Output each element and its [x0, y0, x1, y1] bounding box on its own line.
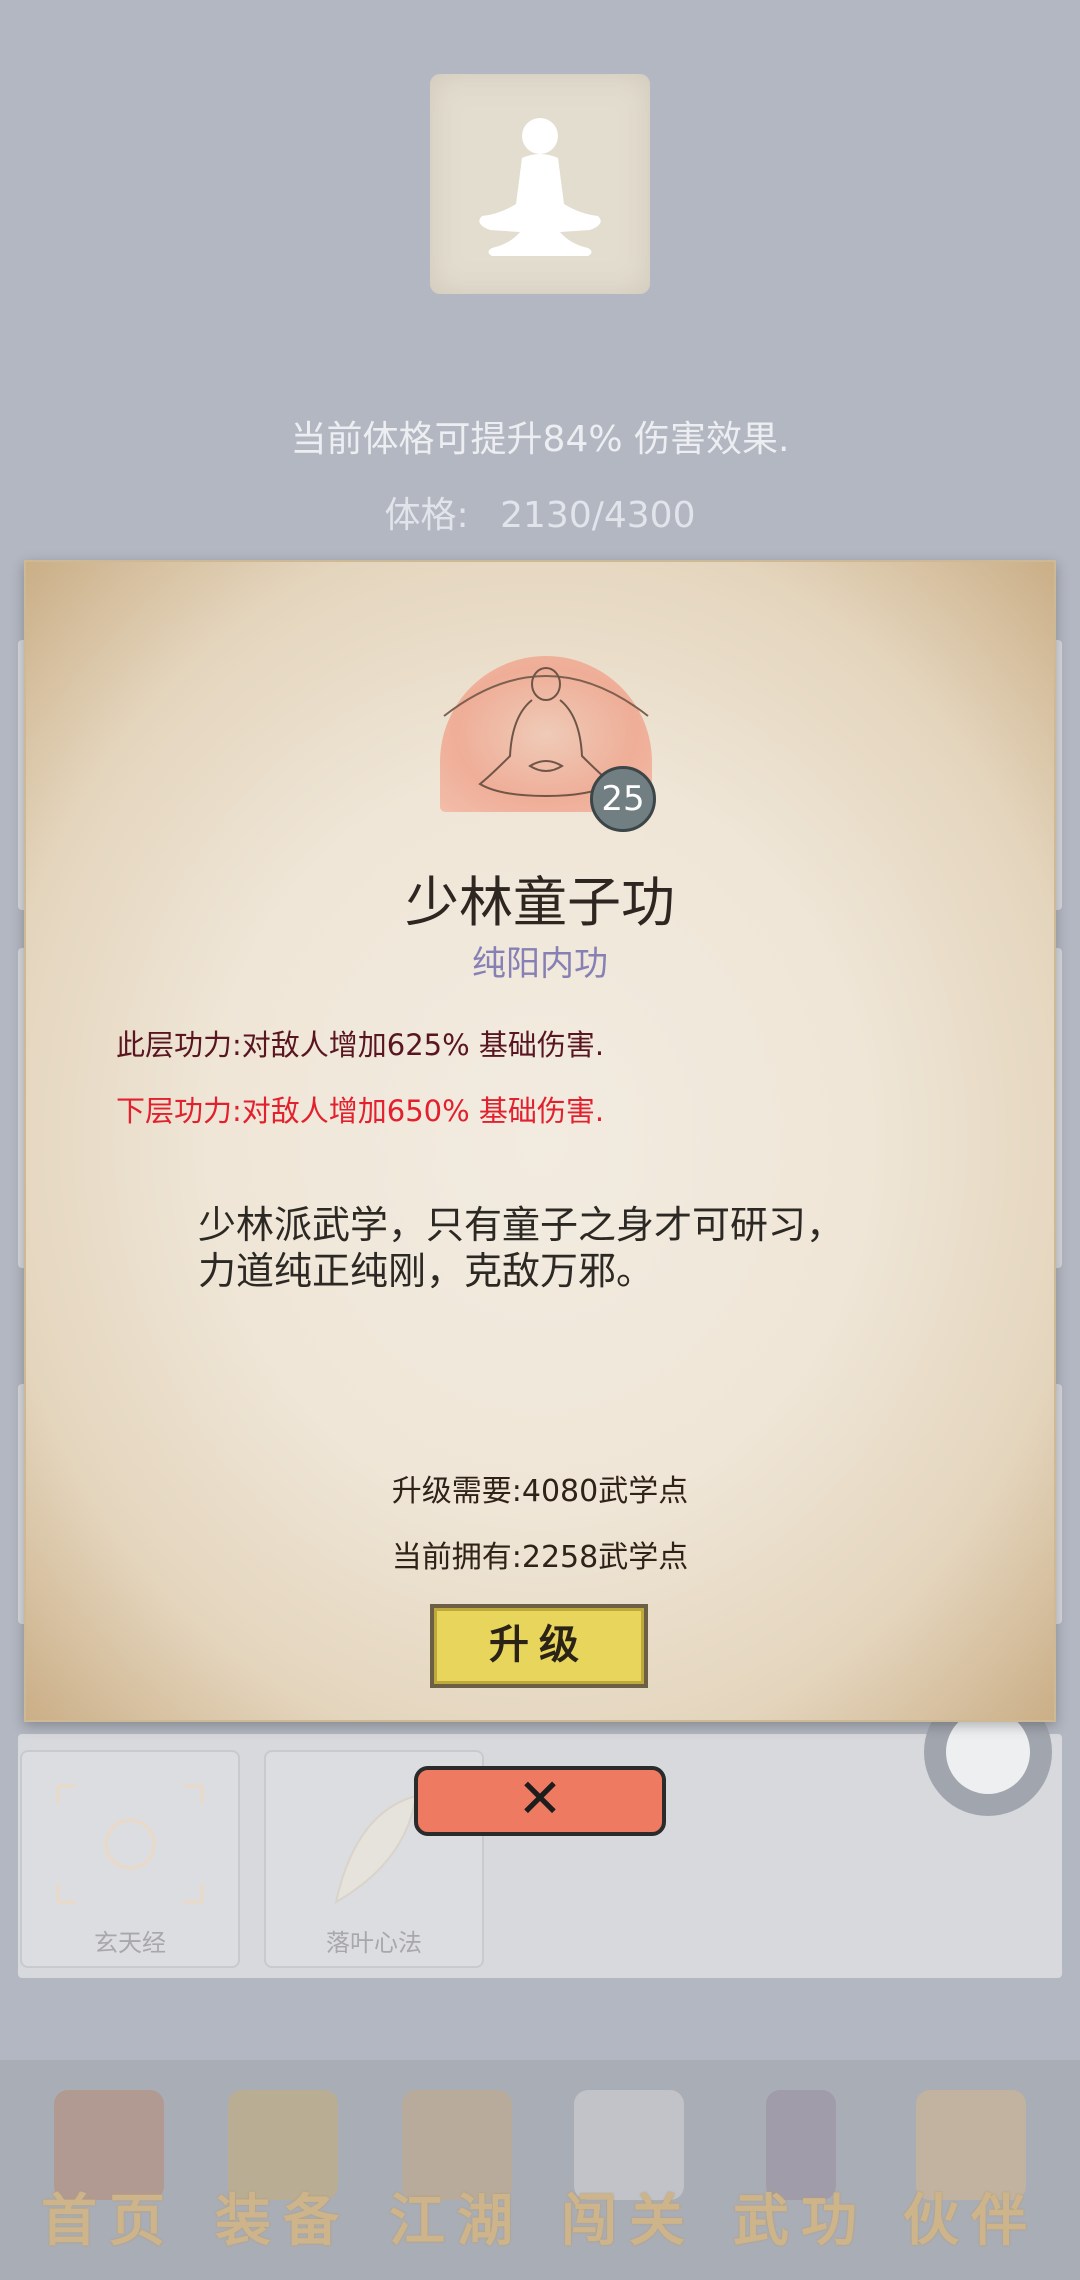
- next-level-effect: 下层功力:对敌人增加650% 基础伤害.: [116, 1094, 605, 1128]
- damage-bonus-text: 当前体格可提升84% 伤害效果.: [290, 419, 790, 460]
- close-button[interactable]: ✕: [414, 1766, 666, 1836]
- nav-equipment[interactable]: 装备: [198, 2090, 368, 2265]
- constitution-value: 2130/4300: [500, 495, 696, 536]
- floating-button-center: [946, 1710, 1030, 1794]
- nav-jianghu[interactable]: 江湖: [372, 2090, 542, 2265]
- nav-label: 伙伴: [903, 2188, 1039, 2254]
- xuantian-skill-icon: [56, 1784, 204, 1904]
- nav-label: 装备: [215, 2188, 351, 2254]
- nav-label: 闯关: [561, 2188, 697, 2254]
- skill-name: 少林童子功: [405, 871, 675, 934]
- skill-level-badge: 25: [590, 766, 656, 832]
- nav-martial-arts[interactable]: 武功: [716, 2090, 886, 2265]
- constitution-label: 体格:: [384, 495, 469, 536]
- meditation-avatar: [430, 74, 650, 294]
- description-line: 少林派武学，只有童子之身才可研习，: [198, 1203, 845, 1247]
- skill-description: 少林派武学，只有童子之身才可研习， 力道纯正纯刚，克敌万邪。: [198, 1202, 918, 1294]
- description-line: 力道纯正纯刚，克敌万邪。: [198, 1249, 655, 1293]
- owned-points: 当前拥有:2258武学点: [391, 1540, 689, 1575]
- upgrade-requirement: 升级需要:4080武学点: [391, 1474, 689, 1509]
- nav-label: 首页: [41, 2188, 177, 2254]
- upgrade-button[interactable]: 升级: [430, 1604, 648, 1688]
- skill-type: 纯阳内功: [472, 944, 608, 984]
- skill-card[interactable]: 玄天经: [20, 1750, 240, 1968]
- nav-companions[interactable]: 伙伴: [886, 2090, 1056, 2265]
- nav-challenge[interactable]: 闯关: [544, 2090, 714, 2265]
- current-level-effect: 此层功力:对敌人增加625% 基础伤害.: [116, 1028, 605, 1062]
- skill-card-name: 玄天经: [94, 1929, 166, 1957]
- constitution-stat: 体格: 2130/4300: [0, 486, 1080, 538]
- meditating-figure-icon: [479, 118, 601, 256]
- skill-card-name: 落叶心法: [326, 1929, 422, 1957]
- nav-label: 江湖: [389, 2188, 525, 2254]
- nav-label: 武功: [733, 2188, 869, 2254]
- nav-home[interactable]: 首页: [24, 2090, 194, 2265]
